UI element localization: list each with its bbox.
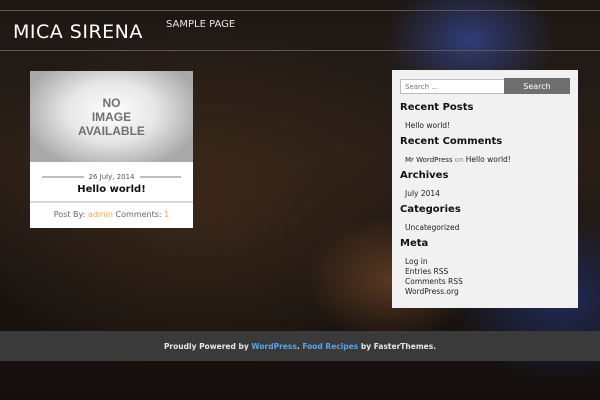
meta-title: Meta bbox=[400, 238, 429, 249]
footer-theme-link[interactable]: Food Recipes bbox=[302, 342, 358, 351]
footer-wordpress-link[interactable]: WordPress bbox=[251, 342, 296, 351]
header-top-rule bbox=[0, 10, 600, 11]
meta-link-entries-rss[interactable]: Entries RSS bbox=[405, 267, 448, 276]
archive-link-july-2014[interactable]: July 2014 bbox=[405, 189, 440, 198]
footer-by: by FasterThemes. bbox=[360, 342, 437, 351]
sidebar: Search Recent Posts Hello world! Recent … bbox=[392, 70, 578, 308]
comment-author-link[interactable]: Mr WordPress bbox=[405, 156, 453, 164]
meta-link-log-in[interactable]: Log in bbox=[405, 257, 428, 266]
category-link-uncategorized[interactable]: Uncategorized bbox=[405, 223, 459, 232]
meta-link-wordpress-org[interactable]: WordPress.org bbox=[405, 287, 459, 296]
footer-credits: Proudly Powered by WordPress. Food Recip… bbox=[0, 342, 600, 351]
post-separator bbox=[30, 201, 193, 203]
post-title-link[interactable]: Hello world! bbox=[30, 184, 193, 195]
recent-comments-title: Recent Comments bbox=[400, 136, 503, 147]
comments-count-link[interactable]: 1 bbox=[164, 210, 169, 219]
comment-post-link[interactable]: Hello world! bbox=[466, 155, 511, 164]
recent-posts-title: Recent Posts bbox=[400, 102, 474, 113]
post-date: 26 July, 2014 bbox=[88, 173, 135, 181]
no-image-placeholder: NO IMAGE AVAILABLE bbox=[78, 96, 145, 138]
comment-on-text: on bbox=[454, 156, 464, 164]
recent-post-link[interactable]: Hello world! bbox=[405, 121, 450, 130]
footer: Proudly Powered by WordPress. Food Recip… bbox=[0, 331, 600, 361]
archives-title: Archives bbox=[400, 170, 449, 181]
search-button[interactable]: Search bbox=[504, 78, 570, 94]
categories-title: Categories bbox=[400, 204, 461, 215]
header-bottom-rule bbox=[0, 50, 600, 51]
author-link[interactable]: admin bbox=[88, 210, 113, 219]
comments-label: Comments: bbox=[115, 210, 162, 219]
post-date-row: 26 July, 2014 bbox=[42, 172, 181, 182]
meta-link-comments-rss[interactable]: Comments RSS bbox=[405, 277, 463, 286]
recent-comment-item: Mr WordPress on Hello world! bbox=[405, 155, 511, 164]
posted-by-label: Post By: bbox=[53, 210, 86, 219]
post-card: NO IMAGE AVAILABLE 26 July, 2014 Hello w… bbox=[30, 71, 193, 228]
no-image-line-3: AVAILABLE bbox=[78, 123, 145, 138]
footer-sep: . bbox=[296, 342, 300, 351]
site-title[interactable]: MICA SIRENA bbox=[13, 21, 143, 43]
nav-item-sample-page[interactable]: SAMPLE PAGE bbox=[166, 19, 235, 30]
date-rule-right bbox=[139, 176, 181, 178]
no-image-line-1: NO bbox=[102, 95, 121, 110]
date-rule-left bbox=[42, 176, 84, 178]
post-thumbnail[interactable]: NO IMAGE AVAILABLE bbox=[30, 71, 193, 162]
post-meta: Post By: admin Comments: 1 bbox=[30, 210, 193, 219]
footer-prefix: Proudly Powered by bbox=[163, 342, 249, 351]
search-input[interactable] bbox=[400, 79, 508, 94]
no-image-line-2: IMAGE bbox=[91, 109, 132, 124]
